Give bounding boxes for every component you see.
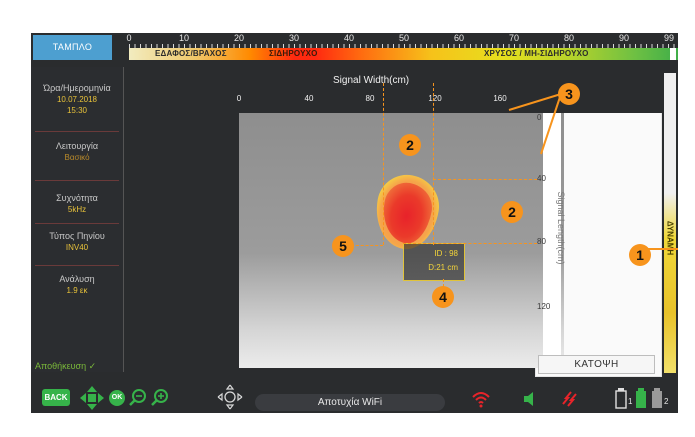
callout-guide-line <box>433 83 434 245</box>
battery-2-label: 2 <box>664 397 669 406</box>
bottom-toolbar: BACK OK Αποτυχία WiFi 1 2 <box>31 379 678 413</box>
device-screen: 0 10 20 30 40 50 60 70 80 90 99 ΕΔΑΦΟΣ/Β… <box>31 33 678 413</box>
sidebar: Ώρα/Ημερομηνία 10.07.2018 15:30 Λειτουργ… <box>31 67 124 372</box>
scale-tick-label: 80 <box>563 33 575 43</box>
zone-label-ground: ΕΔΑΦΟΣ/ΒΡΑΧΟΣ <box>155 49 227 58</box>
battery-1-label: 1 <box>628 397 633 406</box>
zoom-out-icon[interactable] <box>129 388 147 406</box>
callout-1-pointer <box>646 248 671 250</box>
scale-tick-label: 0 <box>126 33 132 43</box>
callout-guide-line <box>351 245 383 246</box>
zone-label-ferrous: ΣΙΔΗΡΟΥΧΟ <box>269 49 318 58</box>
wifi-status: Αποτυχία WiFi <box>255 394 445 411</box>
callout-2a: 2 <box>399 134 421 156</box>
scale-tick-label: 10 <box>178 33 190 43</box>
mode-value: Βασικό <box>64 153 90 162</box>
frequency-title: Συχνότητα <box>56 193 98 203</box>
scale-tick-label: 40 <box>343 33 355 43</box>
callout-guide-line <box>433 179 537 180</box>
divider <box>35 223 119 224</box>
resolution-section[interactable]: Ανάλυση 1.9 εκ <box>31 274 123 295</box>
zone-label-gold: ΧΡΥΣΟΣ / ΜΗ-ΣΙΔΗΡΟΥΧΟ <box>484 49 589 58</box>
x-tick-label: 80 <box>365 94 375 103</box>
y-tick-label: 80 <box>537 237 546 246</box>
mode-title: Λειτουργία <box>55 141 99 151</box>
y-tick-label: 40 <box>537 174 546 183</box>
zoom-in-icon[interactable] <box>151 388 169 406</box>
x-tick-label: 0 <box>236 94 242 103</box>
coil-section[interactable]: Τύπος Πηνίου INV40 <box>31 231 123 252</box>
divider <box>35 180 119 181</box>
mode-section[interactable]: Λειτουργία Βασικό <box>31 141 123 162</box>
plan-view-button[interactable]: ΚΑΤΟΨΗ <box>538 355 655 374</box>
scale-tick-label: 70 <box>508 33 520 43</box>
battery-charged-icon <box>636 388 646 408</box>
ok-button[interactable]: OK <box>109 390 125 406</box>
move-pointer-icon[interactable] <box>217 384 243 410</box>
callout-2b: 2 <box>501 201 523 223</box>
back-button[interactable]: BACK <box>42 389 70 406</box>
date-value: 10.07.2018 <box>56 95 98 104</box>
target-id: ID : 98 <box>434 249 458 258</box>
coil-title: Τύπος Πηνίου <box>49 231 105 241</box>
callout-5: 5 <box>332 235 354 257</box>
callout-guide-line <box>383 83 384 245</box>
signal-width-title: Signal Width(cm) <box>333 75 410 86</box>
resolution-title: Ανάλυση <box>59 274 95 284</box>
x-tick-label: 40 <box>304 94 314 103</box>
scale-tick-label: 99 <box>663 33 675 43</box>
frequency-value: 5kHz <box>67 205 87 214</box>
vibration-icon[interactable] <box>559 389 579 409</box>
target-depth: D:21 cm <box>428 263 458 272</box>
resolution-value: 1.9 εκ <box>66 286 88 295</box>
scale-end-cap <box>670 48 676 60</box>
callout-3-pointers <box>508 93 562 155</box>
scale-tick-label: 30 <box>288 33 300 43</box>
callout-4: 4 <box>432 286 454 308</box>
home-tab[interactable]: ΤΑΜΠΛΟ <box>33 35 112 60</box>
target-info-box: ID : 98 D:21 cm <box>403 243 465 281</box>
scale-tick-label: 20 <box>233 33 245 43</box>
save-status[interactable]: Αποθήκευση ✓ <box>35 361 96 372</box>
scale-tick-label: 60 <box>453 33 465 43</box>
datetime-section[interactable]: Ώρα/Ημερομηνία 10.07.2018 15:30 <box>31 83 123 115</box>
target-id-scale: ΕΔΑΦΟΣ/ΒΡΑΧΟΣ ΣΙΔΗΡΟΥΧΟ ΧΡΥΣΟΣ / ΜΗ-ΣΙΔΗ… <box>129 48 678 60</box>
signal-length-title: Signal Length(cm) <box>556 191 566 265</box>
x-tick-label: 120 <box>428 94 442 103</box>
frequency-section[interactable]: Συχνότητα 5kHz <box>31 193 123 214</box>
battery-1-icon <box>615 388 627 409</box>
scale-tick-label: 50 <box>398 33 410 43</box>
speaker-icon[interactable] <box>521 389 541 409</box>
datetime-title: Ώρα/Ημερομηνία <box>43 83 111 93</box>
time-value: 15:30 <box>66 106 88 115</box>
divider <box>35 265 119 266</box>
y-tick-label: 120 <box>537 302 551 311</box>
divider <box>35 131 119 132</box>
callout-guide-line <box>403 243 537 244</box>
battery-2-icon <box>652 388 662 408</box>
wifi-icon[interactable] <box>471 389 491 409</box>
scale-tick-label: 90 <box>618 33 630 43</box>
coil-value: INV40 <box>65 243 89 252</box>
dpad-icon[interactable] <box>79 385 105 411</box>
